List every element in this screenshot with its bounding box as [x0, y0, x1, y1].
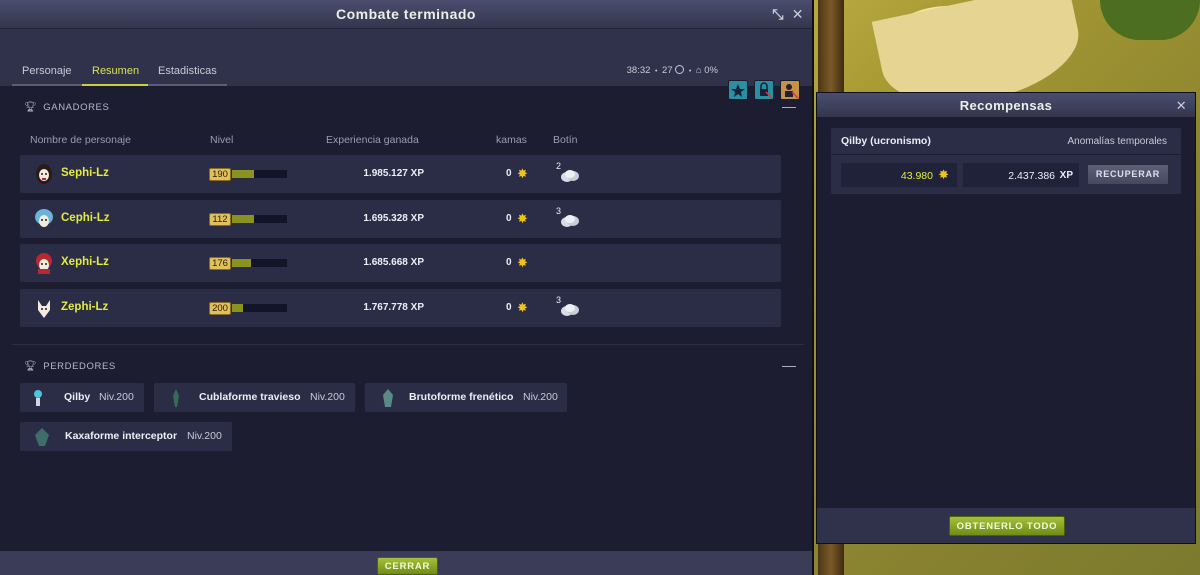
fight-stats: 38:32 • 27 • ⌂ 0% [626, 65, 718, 76]
loser-entry[interactable]: Brutoforme frenético Niv.200 [365, 383, 567, 412]
reward-source-type: Anomalías temporales [1067, 136, 1168, 147]
kamas-icon: ✸ [517, 300, 528, 315]
level-progress-bar [232, 215, 287, 223]
character-name[interactable]: Zephi-Lz [61, 301, 108, 313]
level-progress-bar [232, 259, 287, 267]
rewards-window: Recompensas ✕ Qilby (ucronismo) Anomalía… [816, 92, 1196, 544]
column-header-kamas: kamas [496, 134, 527, 146]
kamas-icon: ✸ [517, 211, 528, 226]
trophy-icon: 🏆︎ [24, 361, 38, 372]
tab-resumen[interactable]: Resumen [82, 58, 148, 86]
monster-icon [35, 428, 49, 446]
avatar-icon [36, 253, 52, 274]
get-all-button[interactable]: OBTENERLO TODO [949, 516, 1065, 536]
loser-entry[interactable]: Qilby Niv.200 [20, 383, 144, 412]
reward-divider [831, 154, 1181, 155]
fight-duration: 38:32 [626, 65, 651, 76]
kamas-reward-box: 43.980 ✸ [841, 163, 957, 187]
crystal-icon: ⌂ [695, 65, 702, 76]
column-header-xp: Experiencia ganada [326, 134, 419, 146]
level-badge: 176 [209, 257, 231, 270]
losers-heading: 🏆︎ PERDEDORES [24, 361, 116, 372]
foliage [1100, 0, 1200, 40]
character-name[interactable]: Cephi-Lz [61, 212, 110, 224]
level-badge: 190 [209, 168, 231, 181]
winner-row[interactable]: Xephi-Lz 176 1.685.668 XP 0 ✸ [20, 244, 781, 282]
level-badge: 112 [209, 213, 231, 226]
window-title: Combate terminado [336, 6, 476, 22]
loot-bag[interactable]: 2 [556, 161, 582, 185]
rewards-title: Recompensas [959, 98, 1053, 113]
xp-unit: XP [1059, 170, 1073, 181]
minimize-icon[interactable]: ⤡ [772, 0, 784, 29]
loser-entry[interactable]: Kaxaforme interceptor Niv.200 [20, 422, 232, 451]
percent-value: 0% [704, 65, 718, 76]
winners-heading: 🏆︎ GANADORES [24, 102, 110, 113]
window-footer: CERRAR [0, 551, 812, 575]
recover-button[interactable]: RECUPERAR [1087, 164, 1169, 185]
cloud-icon [561, 215, 579, 227]
window-titlebar[interactable]: Combate terminado ⤡ ✕ [0, 0, 812, 29]
rewards-titlebar[interactable]: Recompensas ✕ [817, 93, 1195, 117]
kamas-icon: ✸ [517, 166, 528, 181]
kamas-value: 0 [506, 168, 512, 179]
trophy-icon: 🏆︎ [24, 102, 38, 113]
section-divider [12, 344, 804, 345]
kamas-value: 0 [506, 302, 512, 313]
level-progress-bar [232, 304, 287, 312]
winner-row[interactable]: Cephi-Lz 112 1.695.328 XP 0 ✸ 3 [20, 200, 781, 238]
clock-icon [675, 65, 685, 74]
xp-reward-value: 2.437.386 [1008, 170, 1055, 182]
reward-source-name: Qilby (ucronismo) [841, 135, 931, 147]
kamas-icon: ✸ [938, 167, 949, 182]
loot-bag[interactable]: 3 [556, 295, 582, 319]
person-badge-icon[interactable] [780, 80, 800, 100]
close-icon[interactable]: ✕ [792, 0, 804, 29]
character-name[interactable]: Sephi-Lz [61, 167, 109, 179]
avatar-icon [36, 164, 52, 184]
level-badge: 200 [209, 302, 231, 315]
avatar-icon [35, 209, 53, 227]
winner-row[interactable]: Sephi-Lz 190 1.985.127 XP 0 ✸ 2 [20, 155, 781, 193]
xp-gained: 1.767.778 XP [363, 302, 424, 313]
fight-result-window: Combate terminado ⤡ ✕ Personaje Resumen … [0, 0, 814, 575]
loot-bag[interactable]: 3 [556, 206, 582, 230]
close-icon[interactable]: ✕ [1176, 93, 1187, 118]
star-badge-icon[interactable] [728, 80, 748, 100]
collapse-losers-button[interactable]: — [782, 357, 796, 373]
kamas-value: 0 [506, 257, 512, 268]
avatar-icon [38, 300, 50, 318]
kamas-icon: ✸ [517, 255, 528, 270]
reward-entry: Qilby (ucronismo) Anomalías temporales 4… [831, 128, 1181, 194]
xp-gained: 1.695.328 XP [363, 213, 424, 224]
kamas-reward-value: 43.980 [900, 170, 933, 182]
turn-count: 27 [662, 65, 673, 76]
tab-estadisticas[interactable]: Estadisticas [148, 58, 227, 86]
monster-icon [173, 389, 179, 407]
cloud-icon [561, 170, 579, 182]
column-header-level: Nivel [210, 134, 234, 146]
loser-entry[interactable]: Cublaforme travieso Niv.200 [154, 383, 355, 412]
collapse-winners-button[interactable]: — [782, 98, 796, 114]
monster-icon [383, 389, 393, 407]
kamas-value: 0 [506, 213, 512, 224]
tab-bar: Personaje Resumen Estadisticas 38:32 • 2… [0, 29, 812, 100]
cloud-icon [561, 304, 579, 316]
column-header-loot: Botín [553, 134, 578, 146]
xp-gained: 1.985.127 XP [363, 168, 424, 179]
xp-reward-box: 2.437.386 XP [963, 163, 1079, 187]
rewards-footer: OBTENERLO TODO [817, 508, 1195, 543]
level-progress-bar [232, 170, 287, 178]
character-name[interactable]: Xephi-Lz [61, 256, 109, 268]
monster-icon [34, 390, 42, 406]
winner-row[interactable]: Zephi-Lz 200 1.767.778 XP 0 ✸ 3 [20, 289, 781, 327]
close-button[interactable]: CERRAR [377, 557, 438, 575]
lock-badge-icon[interactable] [754, 80, 774, 100]
xp-gained: 1.685.668 XP [363, 257, 424, 268]
tab-personaje[interactable]: Personaje [12, 58, 82, 86]
column-header-name: Nombre de personaje [30, 134, 131, 146]
